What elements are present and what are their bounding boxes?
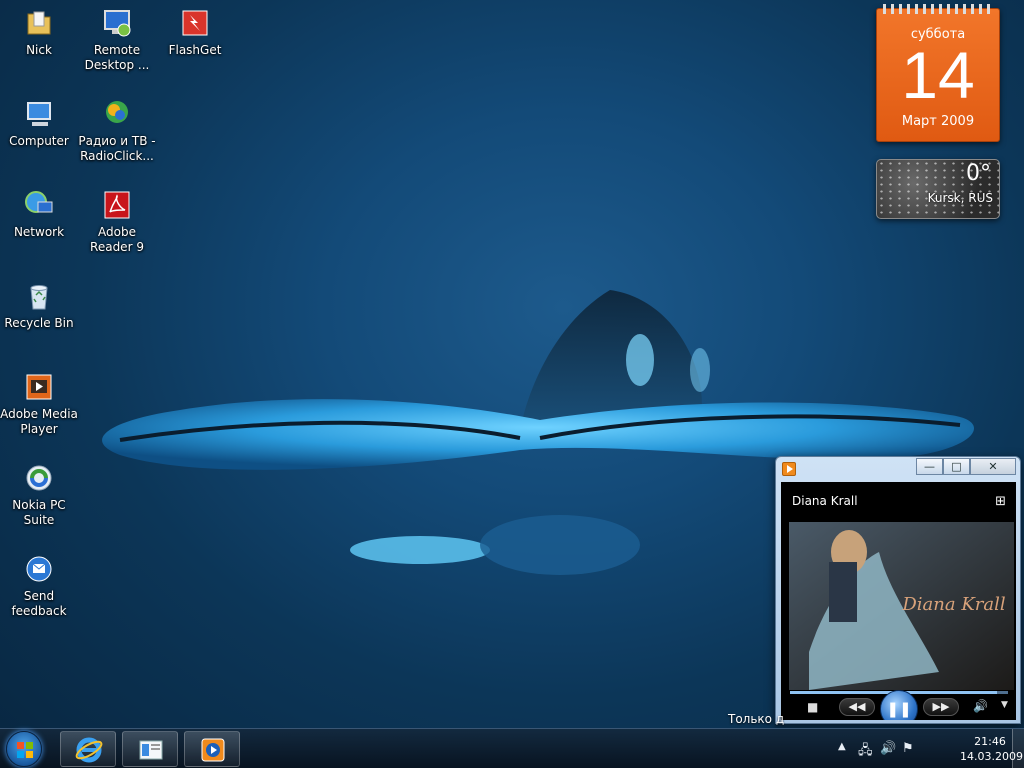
desktop-icon-label: Радио и ТВ - RadioClick...	[78, 134, 156, 163]
action-center-flag-icon[interactable]: ⚑	[902, 741, 914, 756]
desktop-icon-computer[interactable]: Computer	[0, 97, 78, 149]
weather-temperature: 0°	[966, 161, 991, 186]
volume-dropdown-icon[interactable]: ▼	[1001, 700, 1008, 710]
stop-button[interactable]: ■	[807, 700, 818, 714]
windows-logo-icon	[17, 742, 33, 758]
album-cover: Diana Krall	[789, 522, 1014, 690]
adobe-reader-icon	[100, 188, 134, 222]
tray-date: 14.03.2009	[960, 750, 1023, 763]
calendar-month-year: Март 2009	[901, 114, 975, 129]
network-icon	[22, 188, 56, 222]
media-player-icon	[201, 738, 225, 762]
nokia-pc-suite-icon	[22, 461, 56, 495]
desktop-icon-label: Adobe Media Player	[0, 407, 78, 436]
minimize-button[interactable]: —	[916, 458, 943, 475]
send-feedback-icon	[22, 552, 56, 586]
desktop-icon-network[interactable]: Network	[0, 188, 78, 240]
show-hidden-icons-button[interactable]: ▲	[838, 741, 846, 752]
desktop-icon-nick[interactable]: Nick	[0, 6, 78, 58]
media-player-app-icon	[782, 462, 796, 476]
now-playing-artist: Diana Krall	[792, 494, 858, 508]
weather-location: Kursk, RUS	[927, 191, 993, 205]
taskbar: ▲ 🖧 🔊 ⚑ 21:46 14.03.2009	[0, 728, 1024, 768]
desktop-icon-label: FlashGet	[168, 43, 222, 57]
media-player-titlebar[interactable]: — □ ✕	[776, 457, 1020, 479]
desktop-icon-radioclick[interactable]: Радио и ТВ - RadioClick...	[78, 97, 156, 164]
previous-button[interactable]: ◀◀	[839, 698, 875, 716]
desktop-icon-label: Nick	[26, 43, 52, 57]
desktop-icon-label: Adobe Reader 9	[90, 225, 144, 254]
desktop-icon-label: Remote Desktop ...	[84, 43, 150, 72]
desktop-icon-adobe-reader[interactable]: Adobe Reader 9	[78, 188, 156, 255]
calendar-rings	[883, 4, 993, 14]
desktop-icon-label: Network	[13, 225, 65, 239]
pause-button[interactable]: ❚❚	[880, 690, 918, 720]
flashget-icon	[178, 6, 212, 40]
start-button[interactable]	[6, 731, 42, 767]
volume-button[interactable]: 🔊	[973, 699, 988, 713]
desktop-icon-adobe-media-player[interactable]: Adobe Media Player	[0, 370, 78, 437]
taskbar-internet-explorer-button[interactable]	[60, 731, 116, 767]
volume-tray-icon[interactable]: 🔊	[880, 741, 896, 756]
playback-controls: ■ ◀◀ ❚❚ ▶▶ 🔊 ▼	[781, 690, 1016, 720]
show-desktop-button[interactable]	[1012, 729, 1024, 768]
remote-desktop-icon	[100, 6, 134, 40]
maximize-button[interactable]: □	[943, 458, 970, 475]
tray-time: 21:46	[974, 735, 1006, 748]
album-cover-title: Diana Krall	[901, 594, 1006, 615]
folder-icon	[22, 6, 56, 40]
network-tray-icon[interactable]: 🖧	[858, 741, 873, 763]
calendar-gadget[interactable]: суббота 14 Март 2009	[876, 4, 1000, 142]
media-player-screen: Diana Krall ⊞ Diana Krall ■ ◀◀ ❚❚ ▶▶ 🔊 ▼	[781, 482, 1016, 720]
next-button[interactable]: ▶▶	[923, 698, 959, 716]
taskbar-media-player-button[interactable]	[184, 731, 240, 767]
taskbar-explorer-button[interactable]	[122, 731, 178, 767]
build-watermark: Только д	[728, 712, 785, 726]
desktop-icon-recycle-bin[interactable]: Recycle Bin	[0, 279, 78, 331]
desktop-icon-label: Computer	[9, 134, 69, 148]
desktop-icon-label: Send feedback	[11, 589, 67, 618]
desktop-icon-remote-desktop[interactable]: Remote Desktop ...	[78, 6, 156, 73]
media-player-window[interactable]: — □ ✕ Diana Krall ⊞ Diana Krall ■ ◀◀ ❚❚ …	[775, 456, 1021, 724]
switch-to-library-icon[interactable]: ⊞	[995, 494, 1006, 509]
desktop-icon-send-feedback[interactable]: Send feedback	[0, 552, 78, 619]
explorer-icon	[139, 740, 163, 760]
computer-icon	[22, 97, 56, 131]
radioclick-icon	[100, 97, 134, 131]
desktop-icon-flashget[interactable]: FlashGet	[156, 6, 234, 58]
calendar-day: 14	[901, 38, 975, 112]
weather-gadget[interactable]: 0° Kursk, RUS	[876, 159, 1000, 219]
recycle-bin-icon	[22, 279, 56, 313]
adobe-media-player-icon	[22, 370, 56, 404]
close-button[interactable]: ✕	[970, 458, 1016, 475]
desktop-icon-label: Recycle Bin	[4, 316, 74, 330]
system-tray: ▲ 🖧 🔊 ⚑ 21:46 14.03.2009	[834, 729, 1024, 768]
tray-clock[interactable]: 21:46 14.03.2009	[960, 734, 1023, 764]
desktop-icon-nokia-pc-suite[interactable]: Nokia PC Suite	[0, 461, 78, 528]
internet-explorer-icon	[75, 737, 103, 763]
desktop-icon-label: Nokia PC Suite	[12, 498, 66, 527]
